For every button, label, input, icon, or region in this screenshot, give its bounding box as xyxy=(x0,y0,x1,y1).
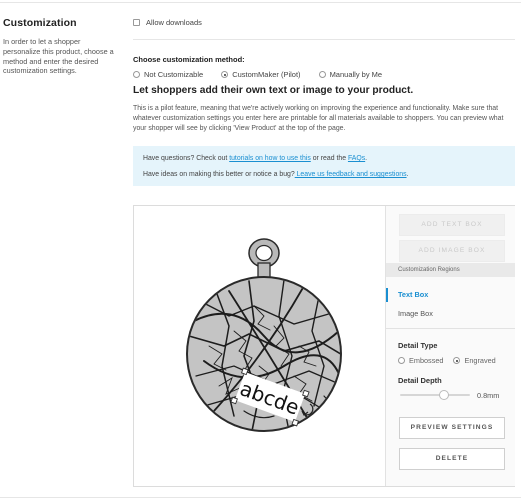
resize-handle[interactable] xyxy=(240,367,249,376)
method-option-label: CustomMaker (Pilot) xyxy=(232,70,301,79)
help-text: or read the xyxy=(310,155,348,162)
feedback-line: Have ideas on making this better or noti… xyxy=(143,170,505,182)
add-image-box-button[interactable]: ADD IMAGE BOX xyxy=(399,240,505,262)
help-line: Have questions? Check out tutorials on h… xyxy=(143,154,505,166)
method-radio-group: Not Customizable CustomMaker (Pilot) Man… xyxy=(133,70,400,79)
help-text: Have questions? Check out xyxy=(143,155,230,162)
pendant-bail xyxy=(248,238,280,280)
section-header: Customization In order to let a shopper … xyxy=(3,17,118,76)
detail-depth-value: 0.8mm xyxy=(477,391,500,400)
radio-custommaker[interactable] xyxy=(221,71,229,78)
method-option-manually[interactable]: Manually by Me xyxy=(318,70,383,79)
top-divider xyxy=(0,2,521,3)
product-preview-canvas[interactable]: abcde xyxy=(134,206,384,486)
detail-option-embossed[interactable]: Embossed xyxy=(398,356,443,365)
region-image-box[interactable]: Image Box xyxy=(386,307,515,321)
allow-downloads-row: Allow downloads xyxy=(133,16,515,28)
feedback-text: . xyxy=(406,171,409,178)
divider xyxy=(133,39,515,40)
radio-not-customizable[interactable] xyxy=(133,71,140,78)
customization-regions-header: Customization Regions xyxy=(386,263,515,277)
detail-depth-slider-handle[interactable] xyxy=(439,390,449,400)
method-label: Choose customization method: xyxy=(133,55,245,64)
method-option-label: Manually by Me xyxy=(329,70,383,79)
delete-button[interactable]: DELETE xyxy=(399,448,505,470)
radio-embossed[interactable] xyxy=(398,357,405,364)
detail-type-label: Detail Type xyxy=(398,341,438,350)
customization-headline: Let shoppers add their own text or image… xyxy=(133,85,414,96)
region-text-box[interactable]: Text Box xyxy=(386,288,515,302)
help-text: . xyxy=(365,155,368,162)
section-description: In order to let a shopper personalize th… xyxy=(3,37,114,76)
tools-divider xyxy=(386,328,515,329)
tutorials-link[interactable]: tutorials on how to use this xyxy=(229,155,311,162)
preview-settings-button[interactable]: PREVIEW SETTINGS xyxy=(399,417,505,439)
section-title: Customization xyxy=(3,17,77,29)
add-text-box-button[interactable]: ADD TEXT BOX xyxy=(399,214,505,236)
detail-type-radio-group: Embossed Engraved xyxy=(398,356,506,365)
editor-tools-panel: ADD TEXT BOX ADD IMAGE BOX Customization… xyxy=(385,206,515,486)
help-info-box: Have questions? Check out tutorials on h… xyxy=(133,146,515,186)
faqs-link[interactable]: FAQs xyxy=(348,155,365,162)
feedback-text: Have ideas on making this better or noti… xyxy=(143,171,295,178)
resize-handle[interactable] xyxy=(291,418,300,427)
resize-handle[interactable] xyxy=(302,389,310,398)
detail-depth-slider-track[interactable] xyxy=(400,394,470,396)
pilot-note: This is a pilot feature, meaning that we… xyxy=(133,105,504,133)
detail-option-label: Engraved xyxy=(464,356,496,365)
method-option-custommaker[interactable]: CustomMaker (Pilot) xyxy=(221,70,301,79)
bottom-divider xyxy=(0,497,521,498)
radio-manually[interactable] xyxy=(318,71,326,78)
detail-option-label: Embossed xyxy=(409,356,444,365)
allow-downloads-checkbox[interactable] xyxy=(133,18,140,26)
detail-depth-label: Detail Depth xyxy=(398,376,442,385)
detail-option-engraved[interactable]: Engraved xyxy=(453,356,496,365)
radio-engraved[interactable] xyxy=(453,357,461,364)
method-option-not-customizable[interactable]: Not Customizable xyxy=(133,70,203,79)
allow-downloads-label: Allow downloads xyxy=(146,17,202,27)
custom-maker-editor: abcde ADD TEXT BOX ADD IMAGE BOX Customi… xyxy=(133,205,515,487)
feedback-link[interactable]: Leave us feedback and suggestions xyxy=(295,171,407,178)
method-option-label: Not Customizable xyxy=(144,70,204,79)
